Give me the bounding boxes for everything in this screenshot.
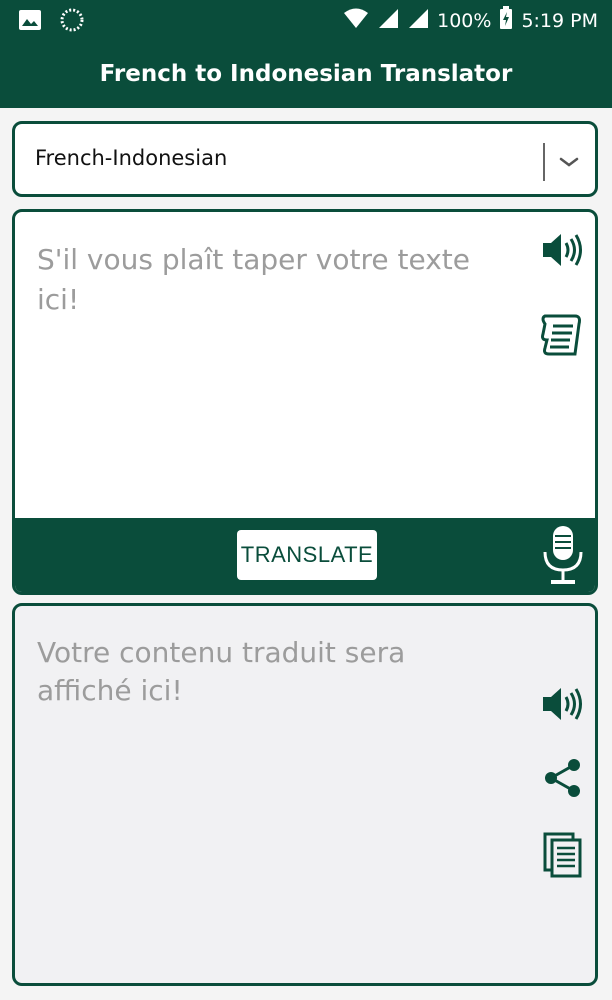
output-panel: Votre contenu traduit sera affiché ici! — [12, 603, 598, 986]
language-dropdown[interactable]: French-Indonesian — [12, 121, 598, 197]
battery-text: 100% — [437, 9, 492, 32]
action-bar: TRANSLATE — [15, 518, 595, 592]
speaker-icon[interactable] — [541, 230, 585, 270]
signal-icon-2 — [407, 7, 429, 34]
language-dropdown-value: French-Indonesian — [35, 146, 228, 170]
app-loading-icon — [60, 8, 84, 37]
translate-button[interactable]: TRANSLATE — [237, 530, 377, 580]
wifi-icon — [343, 7, 369, 34]
signal-icon — [377, 7, 399, 34]
scroll-paste-icon[interactable] — [539, 310, 587, 358]
input-text-field[interactable]: S'il vous plaît taper votre texte ici! — [37, 240, 507, 320]
image-icon — [18, 9, 42, 36]
speaker-icon[interactable] — [541, 684, 585, 724]
battery-charging-icon — [499, 6, 513, 35]
status-bar: 100% 5:19 PM — [0, 0, 612, 40]
page-title: French to Indonesian Translator — [99, 61, 513, 87]
clock: 5:19 PM — [521, 9, 598, 32]
input-panel: S'il vous plaît taper votre texte ici! T… — [12, 209, 598, 595]
microphone-icon[interactable] — [541, 524, 585, 586]
copy-icon[interactable] — [543, 832, 583, 878]
share-icon[interactable] — [543, 758, 583, 798]
app-bar: French to Indonesian Translator — [0, 40, 612, 108]
output-text: Votre contenu traduit sera affiché ici! — [37, 636, 406, 707]
chevron-down-icon[interactable] — [557, 150, 581, 174]
dropdown-divider — [543, 143, 545, 181]
